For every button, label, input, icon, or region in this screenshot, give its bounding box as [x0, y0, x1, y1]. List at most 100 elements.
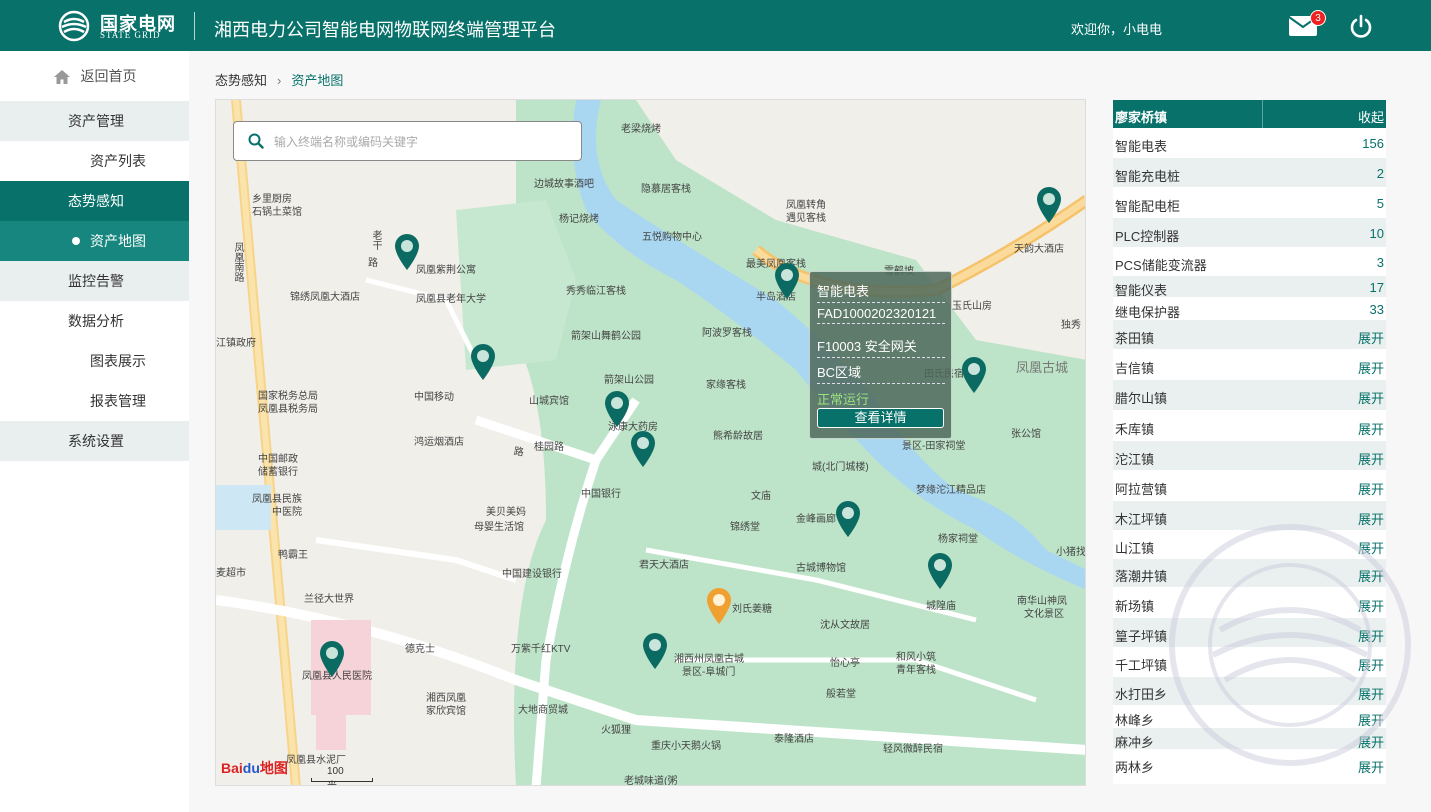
- map-label: 遇见客栈: [786, 213, 826, 224]
- back-home-link[interactable]: 返回首页: [0, 51, 189, 101]
- town-row[interactable]: 吉信镇 展开: [1113, 350, 1386, 380]
- map-label: 秀秀临江客栈: [566, 286, 626, 297]
- asset-count: 17: [1369, 280, 1384, 295]
- map-label: 凤凰紫荆公寓: [416, 265, 476, 276]
- asset-pin-icon[interactable]: [394, 233, 420, 271]
- asset-pin-selected-icon[interactable]: [706, 587, 732, 625]
- state-grid-watermark-icon: [1169, 524, 1411, 766]
- map-label: 锦绣凤凰大酒店: [290, 292, 360, 303]
- sidebar-item-chart-display[interactable]: 图表展示: [0, 341, 189, 381]
- state-grid-logo[interactable]: 国家电网 STATE GRID: [58, 8, 188, 44]
- map-label: 重庆小天鹅火锅: [651, 741, 721, 752]
- map-label: 石锅土菜馆: [252, 207, 302, 218]
- sidebar-item-asset-list[interactable]: 资产列表: [0, 141, 189, 181]
- town-name: 林峰乡: [1115, 713, 1155, 728]
- asset-name: 智能仪表: [1115, 283, 1168, 298]
- map-label: 兰径大世界: [304, 594, 354, 605]
- town-name: 两林乡: [1115, 760, 1155, 775]
- map-label: 家缘客栈: [706, 380, 746, 391]
- map-label: 阿波罗客栈: [702, 328, 752, 339]
- asset-name: 智能充电桩: [1115, 169, 1181, 184]
- map-label: 天韵大酒店: [1014, 244, 1064, 255]
- map-label: 储蓄银行: [258, 467, 298, 478]
- sidebar-item-monitor-alarm[interactable]: 监控告警: [0, 261, 189, 301]
- sidebar-item-asset-map[interactable]: 资产地图: [0, 221, 189, 261]
- map-label: 凤凰古城: [1016, 360, 1069, 375]
- map-label: 德克士: [405, 644, 435, 655]
- town-row[interactable]: 阿拉营镇 展开: [1113, 471, 1386, 501]
- town-row[interactable]: 禾库镇 展开: [1113, 411, 1386, 441]
- home-icon: [53, 70, 70, 85]
- town-name: 吉信镇: [1115, 361, 1155, 376]
- sidebar-item-system-settings[interactable]: 系统设置: [0, 421, 189, 461]
- welcome-text: 欢迎你，小电电: [1071, 22, 1163, 37]
- town-name: 麻冲乡: [1115, 735, 1155, 750]
- asset-pin-icon[interactable]: [470, 343, 496, 381]
- map-label: 轻风微醉民宿: [883, 744, 943, 755]
- map-label: 凤凰县税务局: [258, 404, 318, 415]
- breadcrumb-current: 资产地图: [291, 73, 344, 88]
- map-label: 美贝美妈: [486, 507, 526, 518]
- asset-pin-icon[interactable]: [835, 500, 861, 538]
- asset-pin-icon[interactable]: [774, 262, 800, 300]
- panel-town-title: 廖家桥镇: [1115, 110, 1168, 125]
- power-icon[interactable]: [1349, 14, 1373, 38]
- map-label: 火狐狸: [601, 725, 631, 736]
- town-row[interactable]: 腊尔山镇 展开: [1113, 380, 1386, 411]
- map-label: 中国建设银行: [502, 569, 562, 580]
- expand-button[interactable]: 展开: [1358, 419, 1384, 438]
- sidebar-item-report-management[interactable]: 报表管理: [0, 381, 189, 421]
- asset-map[interactable]: 老梁烧烤 乡里厨房 石锅土菜馆 边城故事酒吧 隐慕居客栈 凤凰转角 遇见客栈 杨…: [215, 99, 1086, 786]
- expand-button[interactable]: 展开: [1358, 449, 1384, 468]
- collapse-button[interactable]: 收起: [1358, 107, 1384, 126]
- asset-pin-icon[interactable]: [927, 552, 953, 590]
- map-label: 泰隆酒店: [774, 734, 814, 745]
- town-row[interactable]: 沱江镇 展开: [1113, 441, 1386, 471]
- asset-pin-icon[interactable]: [319, 640, 345, 678]
- map-label: 杨记烧烤: [559, 214, 599, 225]
- sidebar-item-asset-management[interactable]: 资产管理: [0, 101, 189, 141]
- asset-name: PLC控制器: [1115, 229, 1180, 244]
- map-label: 路: [368, 258, 378, 269]
- expand-button[interactable]: 展开: [1358, 388, 1384, 407]
- map-label: 锦绣堂: [730, 522, 760, 533]
- town-name: 禾库镇: [1115, 422, 1155, 437]
- header-divider: [194, 12, 195, 40]
- panel-header: 廖家桥镇 收起: [1113, 100, 1386, 128]
- expand-button[interactable]: 展开: [1358, 358, 1384, 377]
- expand-button[interactable]: 展开: [1358, 328, 1384, 347]
- asset-pin-icon[interactable]: [961, 356, 987, 394]
- town-name: 腊尔山镇: [1115, 391, 1168, 406]
- popup-status: 正常运行: [817, 392, 870, 407]
- asset-pin-icon[interactable]: [630, 430, 656, 468]
- top-bar: 国家电网 STATE GRID 湘西电力公司智能电网物联网终端管理平台 欢迎你，…: [0, 0, 1431, 51]
- asset-pin-icon[interactable]: [604, 390, 630, 428]
- terminal-search-box[interactable]: [233, 121, 582, 161]
- expand-button[interactable]: 展开: [1358, 479, 1384, 498]
- map-label: 大地商贸城: [518, 705, 568, 716]
- map-label: 路: [513, 446, 525, 459]
- popup-asset-type: 智能电表: [817, 281, 945, 303]
- town-name: 千工坪镇: [1115, 658, 1168, 673]
- asset-count: 5: [1376, 196, 1384, 211]
- map-label: 城隍庙: [926, 601, 956, 612]
- sidebar-item-data-analysis[interactable]: 数据分析: [0, 301, 189, 341]
- map-label: 怡心亭: [830, 658, 860, 669]
- asset-row: 智能电表 156: [1113, 128, 1386, 158]
- search-input[interactable]: [274, 131, 564, 153]
- map-label: 边城故事酒吧: [534, 179, 594, 190]
- asset-pin-icon[interactable]: [642, 632, 668, 670]
- breadcrumb-parent[interactable]: 态势感知: [215, 73, 267, 88]
- town-name: 沱江镇: [1115, 452, 1155, 467]
- map-label: 文化景区: [1024, 609, 1064, 620]
- asset-count: 2: [1376, 166, 1384, 181]
- sidebar-item-situation-awareness[interactable]: 态势感知: [0, 181, 189, 221]
- town-row[interactable]: 茶田镇 展开: [1113, 320, 1386, 350]
- map-label: 独秀: [1061, 320, 1081, 331]
- map-label: 五悦购物中心: [642, 232, 702, 243]
- map-label: 般若堂: [826, 689, 856, 700]
- popup-gateway: F10003 安全网关: [817, 336, 945, 358]
- baidu-map-logo: Baidu地图: [221, 758, 288, 778]
- asset-pin-icon[interactable]: [1036, 186, 1062, 224]
- view-details-button[interactable]: 查看详情: [817, 408, 944, 428]
